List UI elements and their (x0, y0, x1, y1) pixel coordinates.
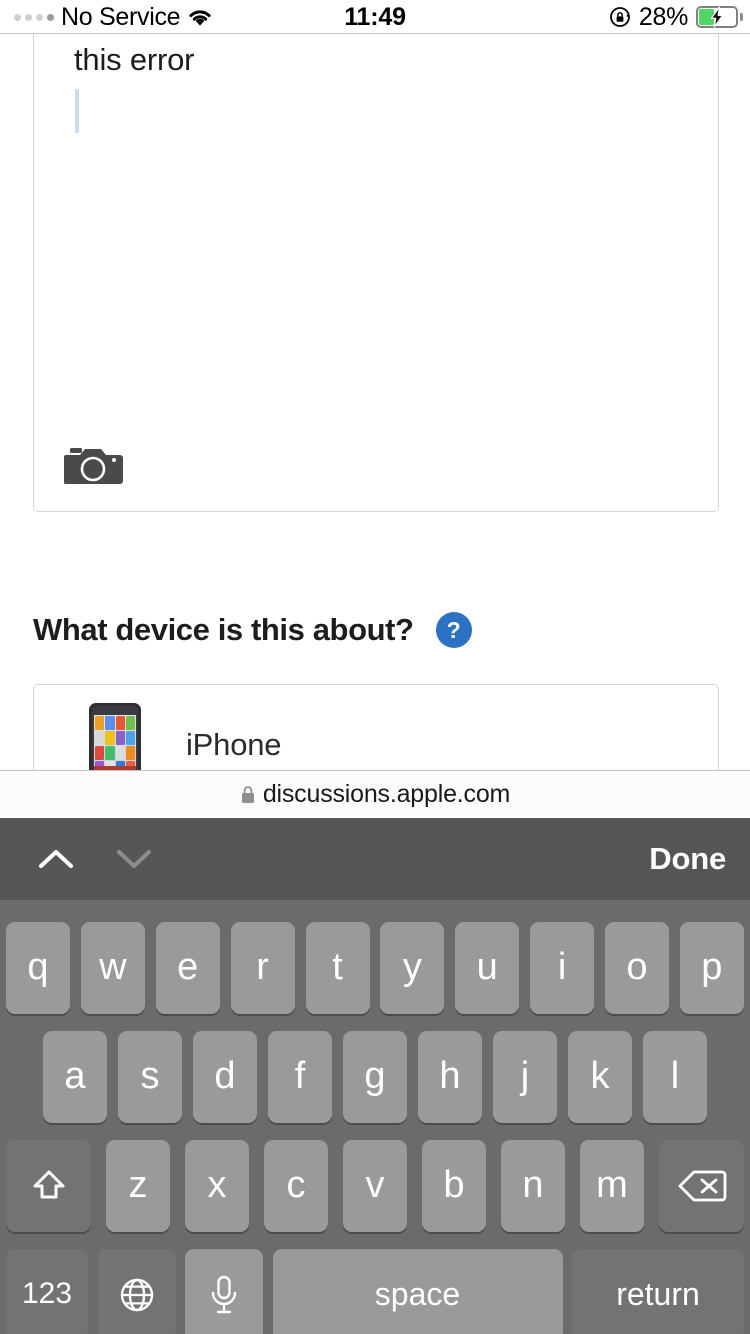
key-x[interactable]: x (185, 1140, 249, 1232)
key-label: d (214, 1055, 236, 1097)
key-label: l (670, 1055, 680, 1097)
key-h[interactable]: h (418, 1031, 482, 1123)
key-label: h (439, 1055, 461, 1097)
on-screen-keyboard: Done q w e r t y u i o p a s d f g h j k… (0, 818, 750, 1334)
lock-icon (241, 785, 254, 803)
chevron-down-icon[interactable] (111, 845, 157, 873)
browser-url-bar[interactable]: discussions.apple.com (0, 770, 750, 818)
key-s[interactable]: s (118, 1031, 182, 1123)
key-e[interactable]: e (155, 922, 220, 1014)
key-z[interactable]: z (106, 1140, 170, 1232)
globe-icon[interactable] (97, 1249, 176, 1334)
key-label: n (522, 1164, 544, 1206)
key-g[interactable]: g (343, 1031, 407, 1123)
key-label: e (177, 946, 199, 988)
key-r[interactable]: r (230, 922, 295, 1014)
key-label: 123 (21, 1277, 73, 1310)
rotation-lock-icon (609, 7, 630, 27)
key-f[interactable]: f (268, 1031, 332, 1123)
key-v[interactable]: v (343, 1140, 407, 1232)
key-k[interactable]: k (568, 1031, 632, 1123)
device-option-iphone[interactable]: iPhone (33, 684, 719, 770)
space-key[interactable]: space (272, 1249, 563, 1334)
key-label: v (365, 1164, 385, 1206)
keyboard-row-2: a s d f g h j k l (0, 1031, 750, 1123)
key-label: x (207, 1164, 227, 1206)
battery-charging-icon (696, 6, 743, 28)
device-option-label: iPhone (186, 726, 282, 762)
key-c[interactable]: c (264, 1140, 328, 1232)
status-bar: No Service 11:49 28% (0, 0, 750, 34)
key-label: space (374, 1276, 461, 1312)
key-label: j (520, 1055, 530, 1097)
key-label: y (402, 946, 422, 988)
battery-percent-label: 28% (638, 2, 688, 31)
keyboard-keys: q w e r t y u i o p a s d f g h j k l z … (0, 900, 750, 1334)
key-label: b (443, 1164, 465, 1206)
camera-icon[interactable] (63, 443, 126, 487)
shift-icon[interactable] (6, 1140, 91, 1232)
textarea-value: this error (74, 42, 195, 77)
key-o[interactable]: o (605, 922, 669, 1014)
key-y[interactable]: y (380, 922, 445, 1014)
return-key[interactable]: return (572, 1249, 744, 1334)
key-label: q (27, 946, 49, 988)
help-badge[interactable]: ? (435, 612, 472, 648)
key-label: p (701, 946, 723, 988)
key-label: o (626, 946, 648, 988)
key-label: t (332, 946, 343, 988)
device-question: What device is this about? ? (33, 612, 472, 648)
key-w[interactable]: w (80, 922, 145, 1014)
key-b[interactable]: b (422, 1140, 486, 1232)
key-label: k (590, 1055, 610, 1097)
key-label: m (596, 1164, 628, 1206)
key-label: r (256, 946, 269, 988)
key-label: a (64, 1055, 86, 1097)
key-j[interactable]: j (493, 1031, 557, 1123)
keyboard-row-1: q w e r t y u i o p (0, 922, 750, 1014)
keyboard-row-4: 123 space return (0, 1249, 750, 1334)
key-d[interactable]: d (193, 1031, 257, 1123)
key-label: f (294, 1055, 306, 1097)
chevron-up-icon[interactable] (33, 845, 79, 873)
web-content: this error What device is this about? ? (0, 34, 750, 770)
microphone-icon[interactable] (185, 1249, 263, 1334)
key-label: return (616, 1276, 700, 1312)
phone-screen: No Service 11:49 28% this error What dev… (0, 0, 750, 1334)
key-t[interactable]: t (305, 922, 370, 1014)
key-label: w (99, 946, 127, 988)
description-textarea[interactable]: this error (33, 34, 719, 512)
backspace-icon[interactable] (659, 1140, 744, 1232)
keyboard-done-button[interactable]: Done (649, 818, 726, 900)
key-label: z (128, 1164, 148, 1206)
key-l[interactable]: l (643, 1031, 707, 1123)
key-p[interactable]: p (679, 922, 744, 1014)
key-u[interactable]: u (455, 922, 520, 1014)
key-a[interactable]: a (43, 1031, 107, 1123)
status-bar-right: 28% (609, 0, 743, 34)
key-label: i (557, 946, 567, 988)
text-caret (75, 89, 79, 133)
key-q[interactable]: q (6, 922, 70, 1014)
numbers-key[interactable]: 123 (6, 1249, 88, 1334)
key-label: g (364, 1055, 386, 1097)
key-m[interactable]: m (580, 1140, 644, 1232)
key-label: s (140, 1055, 160, 1097)
iphone-thumbnail-icon (89, 702, 141, 770)
key-i[interactable]: i (530, 922, 595, 1014)
key-label: u (476, 946, 498, 988)
key-n[interactable]: n (501, 1140, 565, 1232)
keyboard-row-3: z x c v b n m (0, 1140, 750, 1232)
device-question-label: What device is this about? (33, 612, 414, 647)
key-label: c (286, 1164, 306, 1206)
keyboard-accessory-toolbar: Done (0, 818, 750, 900)
url-label: discussions.apple.com (262, 780, 511, 808)
